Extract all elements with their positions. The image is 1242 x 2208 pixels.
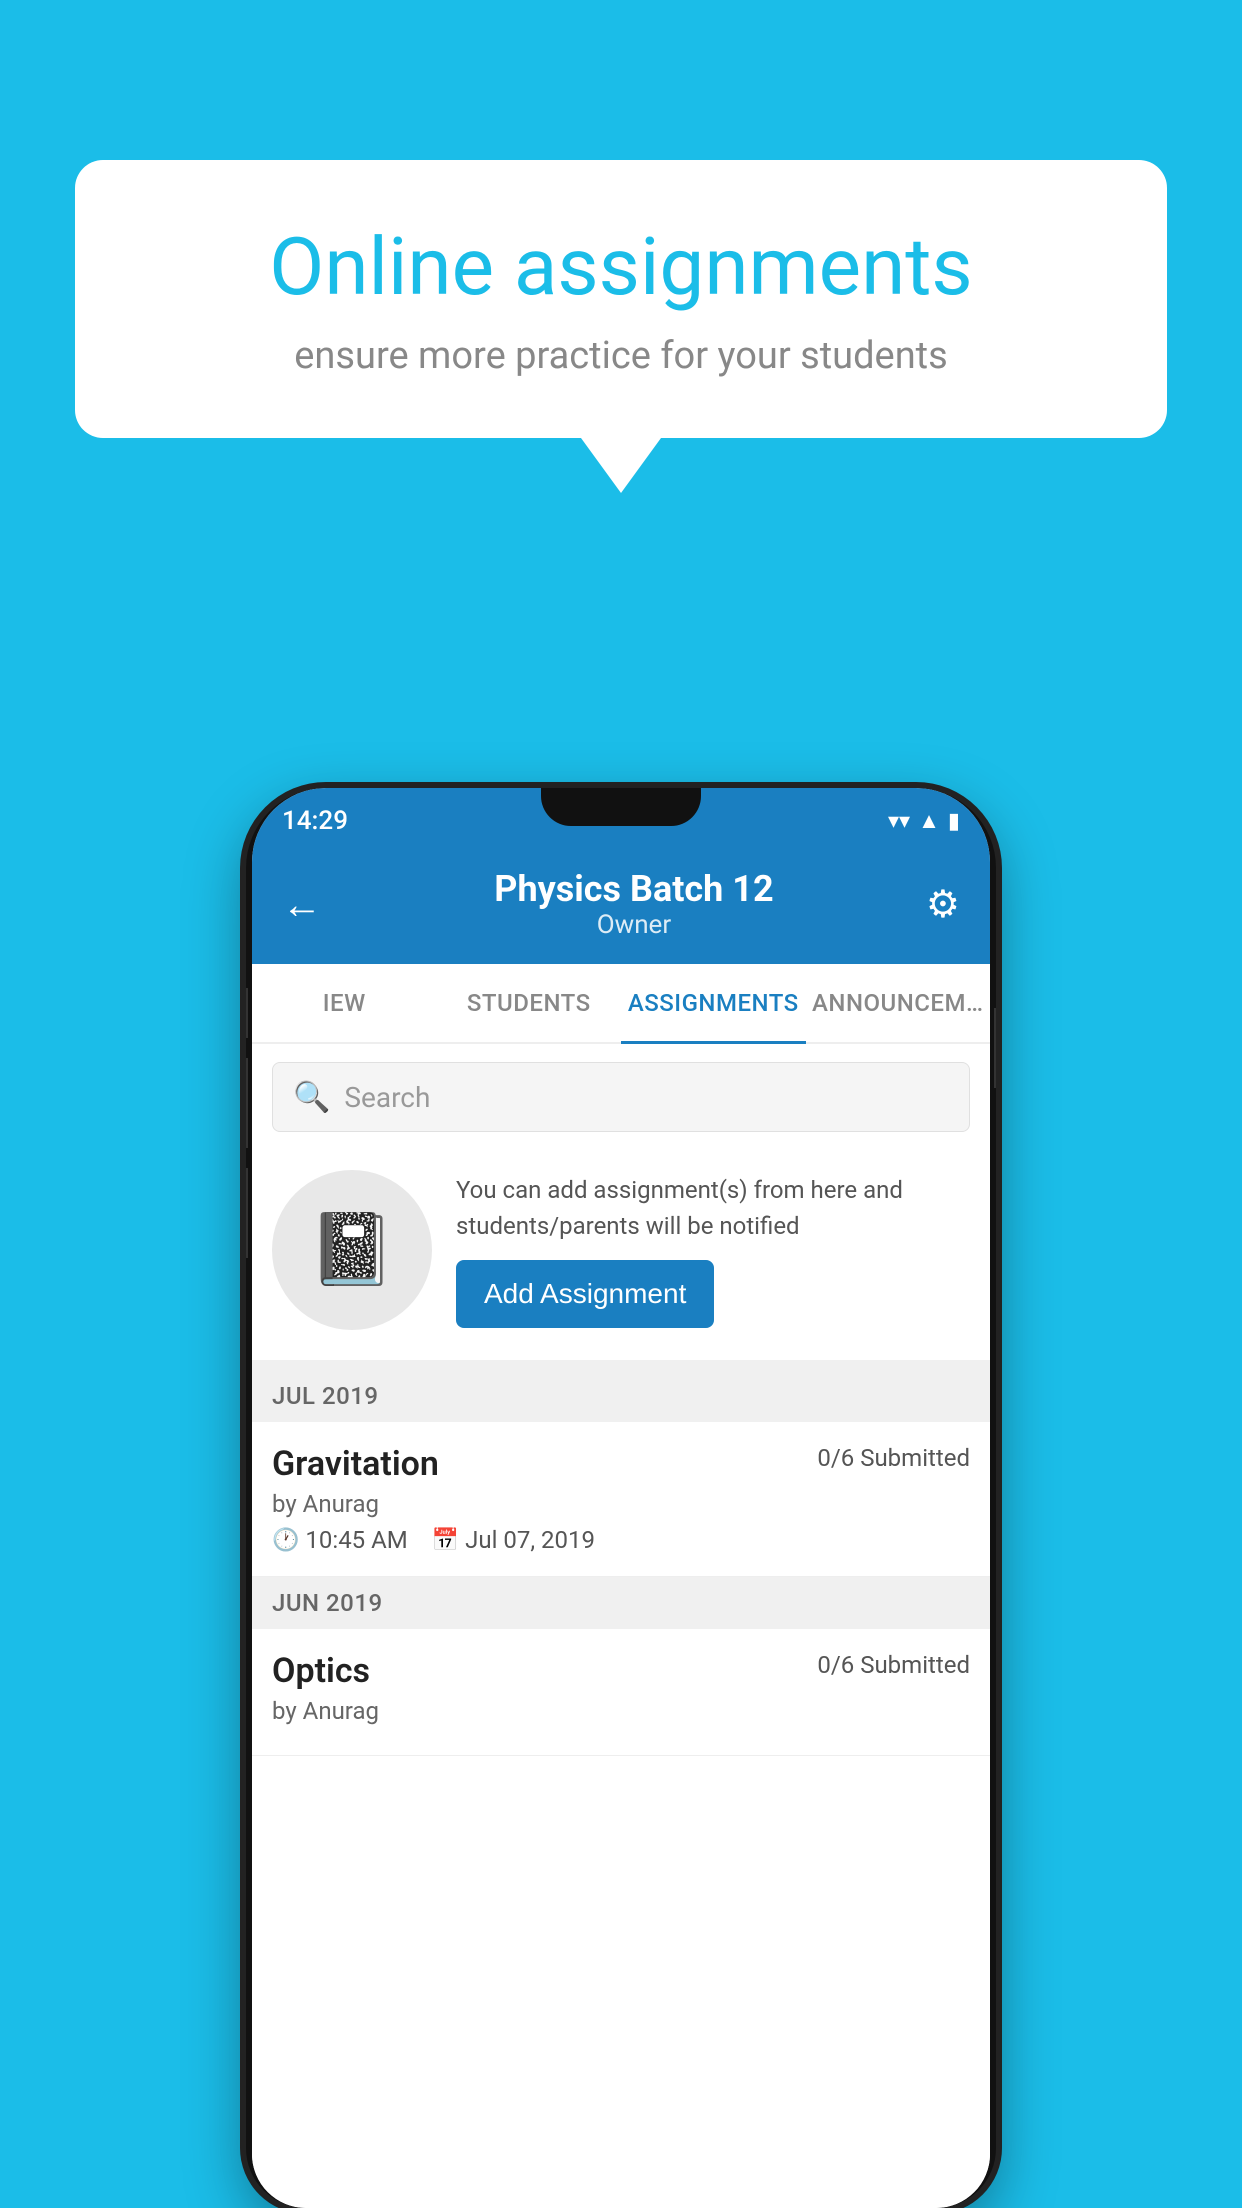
volume-up-button	[246, 1058, 248, 1148]
assignment-time: 🕐 10:45 AM	[272, 1526, 408, 1554]
speech-bubble: Online assignments ensure more practice …	[75, 160, 1167, 438]
app-bar-title-group: Physics Batch 12 Owner	[342, 868, 926, 940]
calendar-icon: 📅	[432, 1528, 459, 1553]
battery-icon: ▮	[948, 809, 960, 834]
speech-bubble-arrow	[581, 438, 661, 493]
assignment-item-gravitation[interactable]: Gravitation 0/6 Submitted by Anurag 🕐 10…	[252, 1422, 990, 1577]
assignment-item-header-optics: Optics 0/6 Submitted	[272, 1651, 970, 1691]
status-time: 14:29	[282, 806, 348, 836]
notebook-icon: 📓	[308, 1209, 395, 1291]
assignment-by: by Anurag	[272, 1490, 970, 1518]
app-bar-subtitle: Owner	[342, 910, 926, 940]
assignment-date: 📅 Jul 07, 2019	[432, 1526, 595, 1554]
tab-students[interactable]: STUDENTS	[437, 964, 622, 1042]
add-assignment-button[interactable]: Add Assignment	[456, 1260, 714, 1328]
clock-icon: 🕐	[272, 1528, 299, 1553]
mute-button	[246, 988, 248, 1038]
assignment-time-value: 10:45 AM	[305, 1526, 407, 1554]
settings-icon[interactable]: ⚙	[926, 882, 960, 927]
assignment-date-value: Jul 07, 2019	[465, 1526, 595, 1554]
speech-bubble-container: Online assignments ensure more practice …	[75, 160, 1167, 493]
assignment-name: Gravitation	[272, 1444, 439, 1484]
assignment-meta: 🕐 10:45 AM 📅 Jul 07, 2019	[272, 1526, 970, 1554]
assignment-item-header: Gravitation 0/6 Submitted	[272, 1444, 970, 1484]
status-icons: ▾▾ ▲ ▮	[888, 808, 960, 834]
promo-description: You can add assignment(s) from here and …	[456, 1172, 970, 1244]
promo-icon-circle: 📓	[272, 1170, 432, 1330]
month-separator-jun: JUN 2019	[252, 1577, 990, 1629]
search-placeholder: Search	[344, 1081, 430, 1114]
app-bar: ← Physics Batch 12 Owner ⚙	[252, 844, 990, 964]
app-bar-title: Physics Batch 12	[342, 868, 926, 910]
phone-screen: 14:29 ▾▾ ▲ ▮ ← Physics Batch 12 Owner ⚙ …	[252, 788, 990, 2208]
search-bar[interactable]: 🔍 Search	[272, 1062, 970, 1132]
assignment-submitted-optics: 0/6 Submitted	[817, 1651, 970, 1679]
promo-block: 📓 You can add assignment(s) from here an…	[252, 1150, 990, 1370]
signal-icon: ▲	[918, 808, 940, 834]
month-separator-jul: JUL 2019	[252, 1370, 990, 1422]
tab-assignments[interactable]: ASSIGNMENTS	[621, 964, 806, 1042]
volume-down-button	[246, 1168, 248, 1258]
tab-iew[interactable]: IEW	[252, 964, 437, 1042]
search-bar-wrapper: 🔍 Search	[252, 1044, 990, 1150]
speech-bubble-subtitle: ensure more practice for your students	[145, 334, 1097, 378]
power-button	[994, 1008, 996, 1088]
search-icon: 🔍	[293, 1080, 330, 1115]
assignment-by-optics: by Anurag	[272, 1697, 970, 1725]
assignment-name-optics: Optics	[272, 1651, 370, 1691]
assignment-submitted: 0/6 Submitted	[817, 1444, 970, 1472]
screen-content: 🔍 Search 📓 You can add assignment(s) fro…	[252, 1044, 990, 2208]
speech-bubble-title: Online assignments	[145, 220, 1097, 314]
phone-frame: 14:29 ▾▾ ▲ ▮ ← Physics Batch 12 Owner ⚙ …	[246, 788, 996, 2208]
promo-content: You can add assignment(s) from here and …	[456, 1172, 970, 1328]
phone-notch	[541, 788, 701, 826]
assignment-item-optics[interactable]: Optics 0/6 Submitted by Anurag	[252, 1629, 990, 1756]
wifi-icon: ▾▾	[888, 809, 910, 834]
back-button[interactable]: ←	[282, 881, 322, 928]
tabs-bar: IEW STUDENTS ASSIGNMENTS ANNOUNCEM…	[252, 964, 990, 1044]
tab-announcements[interactable]: ANNOUNCEM…	[806, 964, 991, 1042]
